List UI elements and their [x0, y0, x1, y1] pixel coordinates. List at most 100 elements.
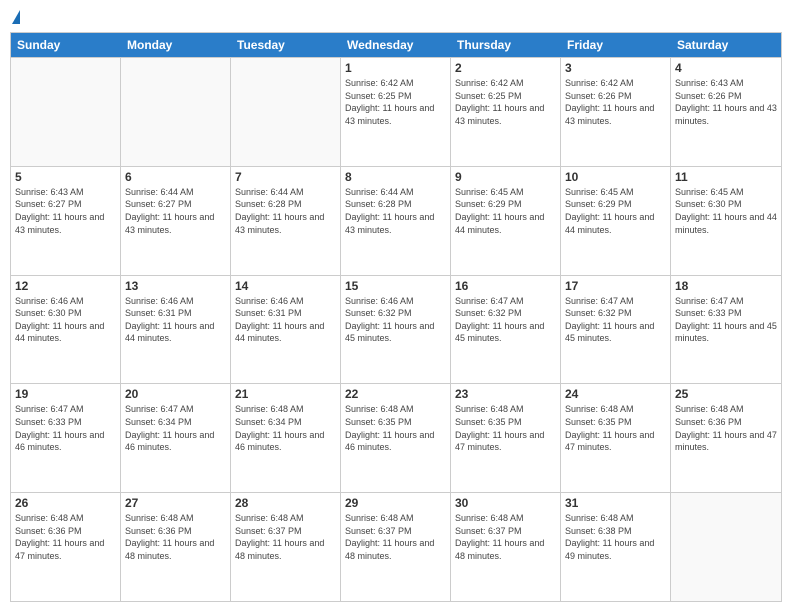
cell-date: 25: [675, 387, 777, 401]
cell-info: Sunrise: 6:48 AMSunset: 6:36 PMDaylight:…: [675, 403, 777, 453]
cell-info: Sunrise: 6:44 AMSunset: 6:28 PMDaylight:…: [345, 186, 446, 236]
day-header-sunday: Sunday: [11, 33, 121, 57]
calendar-cell-26: 26Sunrise: 6:48 AMSunset: 6:36 PMDayligh…: [11, 493, 121, 601]
cell-date: 30: [455, 496, 556, 510]
day-header-friday: Friday: [561, 33, 671, 57]
calendar-header: SundayMondayTuesdayWednesdayThursdayFrid…: [11, 33, 781, 57]
cell-date: 14: [235, 279, 336, 293]
cell-info: Sunrise: 6:48 AMSunset: 6:35 PMDaylight:…: [455, 403, 556, 453]
cell-info: Sunrise: 6:46 AMSunset: 6:30 PMDaylight:…: [15, 295, 116, 345]
calendar-cell-31: 31 Sunrise: 6:48 AMSunset: 6:38 PMDayligh…: [561, 493, 671, 601]
cell-info: Sunrise: 6:48 AMSunset: 6:38 PMDaylight:…: [565, 512, 666, 562]
calendar-cell-21: 21 Sunrise: 6:48 AMSunset: 6:34 PMDayligh…: [231, 384, 341, 492]
calendar-cell-17: 17 Sunrise: 6:47 AMSunset: 6:32 PMDayligh…: [561, 276, 671, 384]
cell-date: 29: [345, 496, 446, 510]
cell-info: Sunrise: 6:48 AMSunset: 6:37 PMDaylight:…: [455, 512, 556, 562]
cell-info: Sunrise: 6:45 AMSunset: 6:30 PMDaylight:…: [675, 186, 777, 236]
cell-info: Sunrise: 6:47 AMSunset: 6:32 PMDaylight:…: [565, 295, 666, 345]
cell-date: 11: [675, 170, 777, 184]
cell-date: 27: [125, 496, 226, 510]
cell-date: 13: [125, 279, 226, 293]
cell-date: 7: [235, 170, 336, 184]
cell-info: Sunrise: 6:42 AMSunset: 6:25 PMDaylight:…: [455, 77, 556, 127]
calendar-cell-12: 12Sunrise: 6:46 AMSunset: 6:30 PMDayligh…: [11, 276, 121, 384]
cell-info: Sunrise: 6:46 AMSunset: 6:31 PMDaylight:…: [235, 295, 336, 345]
calendar-cell-7: 7 Sunrise: 6:44 AMSunset: 6:28 PMDaylight…: [231, 167, 341, 275]
calendar-cell-8: 8 Sunrise: 6:44 AMSunset: 6:28 PMDaylight…: [341, 167, 451, 275]
cell-date: 28: [235, 496, 336, 510]
cell-info: Sunrise: 6:48 AMSunset: 6:36 PMDaylight:…: [125, 512, 226, 562]
cell-date: 6: [125, 170, 226, 184]
calendar-cell-13: 13 Sunrise: 6:46 AMSunset: 6:31 PMDayligh…: [121, 276, 231, 384]
cell-date: 19: [15, 387, 116, 401]
calendar-body: 1 Sunrise: 6:42 AMSunset: 6:25 PMDaylight…: [11, 57, 781, 601]
calendar-cell-11: 11 Sunrise: 6:45 AMSunset: 6:30 PMDayligh…: [671, 167, 781, 275]
calendar-cell-empty-0-0: [11, 58, 121, 166]
calendar-cell-14: 14 Sunrise: 6:46 AMSunset: 6:31 PMDayligh…: [231, 276, 341, 384]
cell-date: 15: [345, 279, 446, 293]
calendar-cell-15: 15 Sunrise: 6:46 AMSunset: 6:32 PMDayligh…: [341, 276, 451, 384]
calendar-week-4: 19Sunrise: 6:47 AMSunset: 6:33 PMDayligh…: [11, 383, 781, 492]
cell-info: Sunrise: 6:45 AMSunset: 6:29 PMDaylight:…: [565, 186, 666, 236]
cell-info: Sunrise: 6:45 AMSunset: 6:29 PMDaylight:…: [455, 186, 556, 236]
calendar-cell-4: 4Sunrise: 6:43 AMSunset: 6:26 PMDaylight…: [671, 58, 781, 166]
page: SundayMondayTuesdayWednesdayThursdayFrid…: [0, 0, 792, 612]
cell-info: Sunrise: 6:43 AMSunset: 6:27 PMDaylight:…: [15, 186, 116, 236]
day-header-tuesday: Tuesday: [231, 33, 341, 57]
day-header-wednesday: Wednesday: [341, 33, 451, 57]
calendar-cell-28: 28 Sunrise: 6:48 AMSunset: 6:37 PMDayligh…: [231, 493, 341, 601]
cell-date: 23: [455, 387, 556, 401]
calendar-week-1: 1 Sunrise: 6:42 AMSunset: 6:25 PMDaylight…: [11, 57, 781, 166]
calendar-cell-25: 25 Sunrise: 6:48 AMSunset: 6:36 PMDayligh…: [671, 384, 781, 492]
cell-date: 3: [565, 61, 666, 75]
cell-info: Sunrise: 6:47 AMSunset: 6:32 PMDaylight:…: [455, 295, 556, 345]
calendar-cell-18: 18 Sunrise: 6:47 AMSunset: 6:33 PMDayligh…: [671, 276, 781, 384]
cell-date: 1: [345, 61, 446, 75]
calendar-week-3: 12Sunrise: 6:46 AMSunset: 6:30 PMDayligh…: [11, 275, 781, 384]
calendar-cell-10: 10 Sunrise: 6:45 AMSunset: 6:29 PMDayligh…: [561, 167, 671, 275]
calendar-cell-1: 1 Sunrise: 6:42 AMSunset: 6:25 PMDaylight…: [341, 58, 451, 166]
calendar: SundayMondayTuesdayWednesdayThursdayFrid…: [10, 32, 782, 602]
cell-info: Sunrise: 6:43 AMSunset: 6:26 PMDaylight:…: [675, 77, 777, 127]
cell-info: Sunrise: 6:48 AMSunset: 6:37 PMDaylight:…: [235, 512, 336, 562]
cell-info: Sunrise: 6:42 AMSunset: 6:26 PMDaylight:…: [565, 77, 666, 127]
cell-date: 17: [565, 279, 666, 293]
day-header-thursday: Thursday: [451, 33, 561, 57]
calendar-cell-5: 5 Sunrise: 6:43 AMSunset: 6:27 PMDaylight…: [11, 167, 121, 275]
cell-date: 10: [565, 170, 666, 184]
calendar-cell-27: 27 Sunrise: 6:48 AMSunset: 6:36 PMDayligh…: [121, 493, 231, 601]
day-header-saturday: Saturday: [671, 33, 781, 57]
cell-date: 31: [565, 496, 666, 510]
cell-info: Sunrise: 6:44 AMSunset: 6:28 PMDaylight:…: [235, 186, 336, 236]
cell-info: Sunrise: 6:48 AMSunset: 6:35 PMDaylight:…: [345, 403, 446, 453]
cell-info: Sunrise: 6:48 AMSunset: 6:36 PMDaylight:…: [15, 512, 116, 562]
cell-info: Sunrise: 6:48 AMSunset: 6:34 PMDaylight:…: [235, 403, 336, 453]
cell-date: 21: [235, 387, 336, 401]
cell-date: 8: [345, 170, 446, 184]
cell-info: Sunrise: 6:44 AMSunset: 6:27 PMDaylight:…: [125, 186, 226, 236]
cell-info: Sunrise: 6:47 AMSunset: 6:33 PMDaylight:…: [675, 295, 777, 345]
cell-date: 2: [455, 61, 556, 75]
calendar-cell-2: 2 Sunrise: 6:42 AMSunset: 6:25 PMDaylight…: [451, 58, 561, 166]
cell-date: 5: [15, 170, 116, 184]
logo: [10, 10, 20, 26]
calendar-cell-23: 23 Sunrise: 6:48 AMSunset: 6:35 PMDayligh…: [451, 384, 561, 492]
cell-info: Sunrise: 6:46 AMSunset: 6:31 PMDaylight:…: [125, 295, 226, 345]
cell-date: 22: [345, 387, 446, 401]
day-header-monday: Monday: [121, 33, 231, 57]
calendar-cell-29: 29Sunrise: 6:48 AMSunset: 6:37 PMDayligh…: [341, 493, 451, 601]
cell-info: Sunrise: 6:46 AMSunset: 6:32 PMDaylight:…: [345, 295, 446, 345]
calendar-cell-19: 19Sunrise: 6:47 AMSunset: 6:33 PMDayligh…: [11, 384, 121, 492]
calendar-cell-9: 9 Sunrise: 6:45 AMSunset: 6:29 PMDaylight…: [451, 167, 561, 275]
calendar-cell-empty-0-1: [121, 58, 231, 166]
cell-date: 24: [565, 387, 666, 401]
cell-info: Sunrise: 6:42 AMSunset: 6:25 PMDaylight:…: [345, 77, 446, 127]
calendar-cell-30: 30 Sunrise: 6:48 AMSunset: 6:37 PMDayligh…: [451, 493, 561, 601]
cell-date: 18: [675, 279, 777, 293]
calendar-cell-empty-0-2: [231, 58, 341, 166]
calendar-cell-6: 6 Sunrise: 6:44 AMSunset: 6:27 PMDaylight…: [121, 167, 231, 275]
cell-info: Sunrise: 6:47 AMSunset: 6:34 PMDaylight:…: [125, 403, 226, 453]
calendar-cell-16: 16Sunrise: 6:47 AMSunset: 6:32 PMDayligh…: [451, 276, 561, 384]
logo-triangle-icon: [12, 10, 20, 24]
cell-date: 9: [455, 170, 556, 184]
